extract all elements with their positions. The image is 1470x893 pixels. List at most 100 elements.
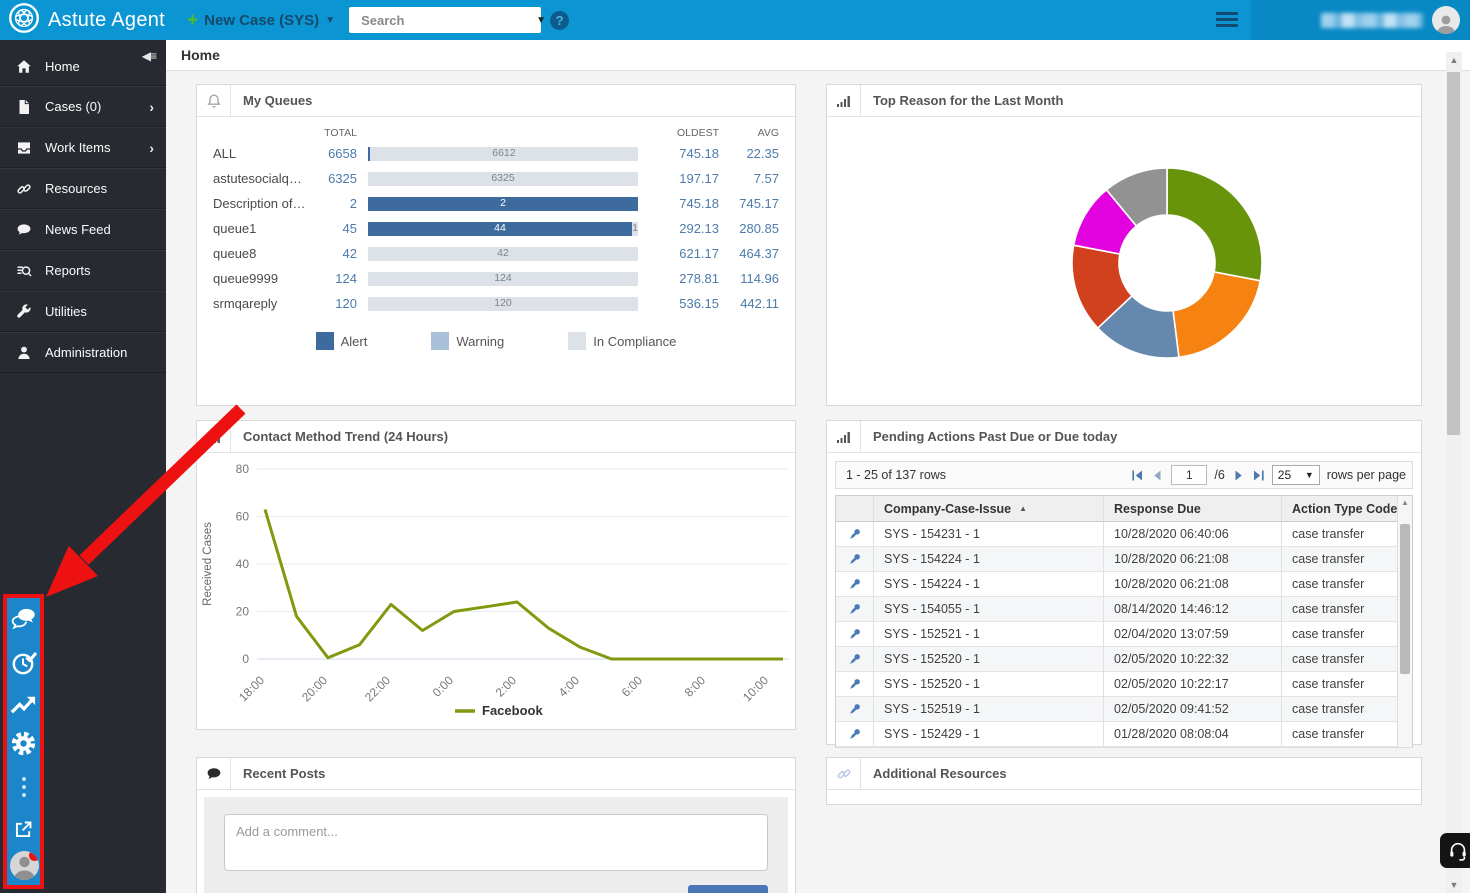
sidebar-item-utilities[interactable]: Utilities xyxy=(0,291,166,332)
pin-icon[interactable] xyxy=(836,547,874,571)
queue-row[interactable]: Description of H...22745.18745.17 xyxy=(213,191,779,216)
table-row[interactable]: SYS - 152520 - 102/05/2020 10:22:32case … xyxy=(836,647,1412,672)
queue-row[interactable]: ALL66586612745.1822.35 xyxy=(213,141,779,166)
cell-response-due: 02/05/2020 09:41:52 xyxy=(1104,697,1282,721)
table-row[interactable]: SYS - 152521 - 102/04/2020 13:07:59case … xyxy=(836,622,1412,647)
panel-title: Contact Method Trend (24 Hours) xyxy=(231,421,448,452)
pin-icon[interactable] xyxy=(836,647,874,671)
cell-response-due: 10/28/2020 06:21:08 xyxy=(1104,572,1282,596)
chevron-right-icon: › xyxy=(149,140,154,156)
search-input[interactable] xyxy=(361,13,536,28)
chevron-down-icon: ▼ xyxy=(1305,470,1314,480)
queue-bar: 6325 xyxy=(368,172,638,186)
overflow-menu-icon[interactable] xyxy=(7,776,40,798)
pending-actions-panel: Pending Actions Past Due or Due today 1 … xyxy=(826,420,1422,745)
table-row[interactable]: SYS - 154055 - 108/14/2020 14:46:12case … xyxy=(836,597,1412,622)
sidebar-item-news-feed[interactable]: News Feed xyxy=(0,209,166,250)
table-scrollbar[interactable]: ▲ xyxy=(1397,496,1412,747)
comment-input[interactable] xyxy=(224,814,768,871)
next-page-icon[interactable] xyxy=(1232,469,1245,482)
reports-icon xyxy=(16,263,32,279)
first-page-icon[interactable] xyxy=(1131,469,1144,482)
donut-chart xyxy=(827,117,1421,405)
table-row[interactable]: SYS - 154224 - 110/28/2020 06:21:08case … xyxy=(836,572,1412,597)
help-button[interactable]: ? xyxy=(550,11,569,30)
cell-response-due: 08/14/2020 14:46:12 xyxy=(1104,597,1282,621)
pin-icon[interactable] xyxy=(836,597,874,621)
social-toolbar xyxy=(7,598,40,885)
column-header[interactable]: Response Due xyxy=(1104,496,1282,521)
rows-per-page-select[interactable]: 25 ▼ xyxy=(1272,465,1320,485)
table-row[interactable]: SYS - 154224 - 110/28/2020 06:21:08case … xyxy=(836,547,1412,572)
utilities-icon xyxy=(16,304,32,320)
col-avg: AVG xyxy=(719,127,779,139)
notification-dot xyxy=(29,851,39,861)
queue-row[interactable]: queue145441292.13280.85 xyxy=(213,216,779,241)
pin-icon[interactable] xyxy=(836,697,874,721)
cell-action-type: case transfer xyxy=(1282,647,1412,671)
search-dropdown-caret-icon[interactable]: ▼ xyxy=(536,15,546,26)
legend-item: Warning xyxy=(431,332,504,350)
last-page-icon[interactable] xyxy=(1252,469,1265,482)
page-number-input[interactable] xyxy=(1171,465,1207,485)
queue-bar-segment-compliance: 120 xyxy=(368,297,638,311)
sidebar-item-work-items[interactable]: Work Items› xyxy=(0,127,166,168)
sidebar-item-cases-0[interactable]: Cases (0)› xyxy=(0,86,166,127)
user-avatar[interactable] xyxy=(1432,6,1460,34)
panel-title: Pending Actions Past Due or Due today xyxy=(861,421,1117,452)
sidebar-item-administration[interactable]: Administration xyxy=(0,332,166,373)
cell-action-type: case transfer xyxy=(1282,722,1412,746)
table-row[interactable]: SYS - 152519 - 102/05/2020 09:41:52case … xyxy=(836,697,1412,722)
table-row[interactable]: SYS - 152429 - 101/28/2020 08:08:04case … xyxy=(836,722,1412,747)
sidebar-item-home[interactable]: Home xyxy=(0,40,166,86)
cell-response-due: 02/05/2020 10:22:17 xyxy=(1104,672,1282,696)
new-case-button[interactable]: + New Case (SYS) ▼ xyxy=(187,11,335,30)
external-link-icon[interactable] xyxy=(7,819,40,840)
support-headset-button[interactable] xyxy=(1440,833,1470,868)
scroll-up-icon[interactable]: ▲ xyxy=(1446,55,1462,65)
sidebar-item-reports[interactable]: Reports xyxy=(0,250,166,291)
search-combobox[interactable]: ▼ xyxy=(349,7,541,33)
scrollbar-thumb[interactable] xyxy=(1447,72,1460,435)
vertical-scrollbar[interactable]: ▲ ▼ xyxy=(1446,52,1462,893)
scrollbar-thumb[interactable] xyxy=(1400,524,1410,674)
news-feed-icon xyxy=(16,222,32,238)
menu-hamburger-icon[interactable] xyxy=(1216,12,1238,30)
chat-bubbles-icon[interactable] xyxy=(7,607,40,632)
pin-icon[interactable] xyxy=(836,622,874,646)
pin-icon[interactable] xyxy=(836,522,874,546)
post-button[interactable]: Post xyxy=(688,885,768,893)
chat-bubble-icon xyxy=(197,758,231,789)
bar-chart-icon xyxy=(197,421,231,452)
sidebar-item-label: Utilities xyxy=(45,304,87,319)
pin-icon[interactable] xyxy=(836,572,874,596)
pin-icon[interactable] xyxy=(836,722,874,746)
queue-row[interactable]: srmqareply120120536.15442.11 xyxy=(213,291,779,316)
queue-row[interactable]: astutesocialque...63256325197.177.57 xyxy=(213,166,779,191)
queue-bar-segment-compliance: 6612 xyxy=(370,147,638,161)
donut-slice-1[interactable] xyxy=(1167,168,1262,281)
prev-page-icon[interactable] xyxy=(1151,469,1164,482)
svg-text:18:00: 18:00 xyxy=(236,673,267,704)
queue-total: 6658 xyxy=(313,146,357,161)
table-row[interactable]: SYS - 154231 - 110/28/2020 06:40:06case … xyxy=(836,522,1412,547)
user-avatar[interactable] xyxy=(10,851,39,880)
task-clock-icon[interactable] xyxy=(7,649,40,677)
column-header[interactable]: Action Type Code xyxy=(1282,496,1412,521)
queue-row[interactable]: queue9999124124278.81114.96 xyxy=(213,266,779,291)
col-total: TOTAL xyxy=(313,127,357,139)
gear-icon[interactable] xyxy=(7,729,40,758)
pin-icon[interactable] xyxy=(836,672,874,696)
donut-slice-2[interactable] xyxy=(1173,272,1260,357)
sidebar-item-resources[interactable]: Resources xyxy=(0,168,166,209)
queue-name: Description of H... xyxy=(213,196,313,211)
scroll-down-icon[interactable]: ▼ xyxy=(1446,880,1462,890)
cell-response-due: 10/28/2020 06:40:06 xyxy=(1104,522,1282,546)
svg-text:2:00: 2:00 xyxy=(493,673,520,700)
queue-row[interactable]: queue84242621.17464.37 xyxy=(213,241,779,266)
trending-up-icon[interactable] xyxy=(7,692,40,716)
cell-company-case-issue: SYS - 152521 - 1 xyxy=(874,622,1104,646)
column-header[interactable]: Company-Case-Issue▲ xyxy=(874,496,1104,521)
cell-action-type: case transfer xyxy=(1282,697,1412,721)
table-row[interactable]: SYS - 152520 - 102/05/2020 10:22:17case … xyxy=(836,672,1412,697)
